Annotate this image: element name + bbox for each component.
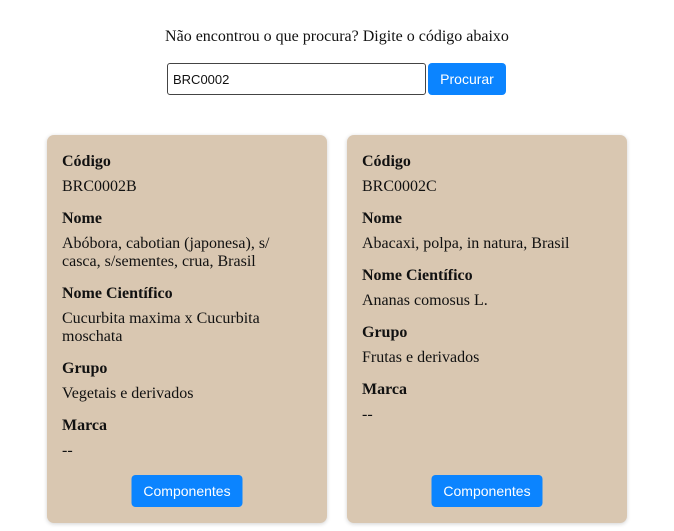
group-field: Grupo Vegetais e derivados [62,360,312,403]
brand-label: Marca [362,381,408,398]
code-label: Código [62,153,111,170]
food-card: Código BRC0002B Nome Abóbora, cabotian (… [47,135,327,523]
name-label: Nome [362,210,402,227]
brand-field: Marca -- [62,417,312,460]
name-value: Abóbora, cabotian (japonesa), s/ casca, … [62,235,270,270]
group-value: Vegetais e derivados [62,385,194,402]
search-prompt: Não encontrou o que procura? Digite o có… [165,28,509,45]
brand-label: Marca [62,417,108,434]
scientific-name-field: Nome Científico Cucurbita maxima x Cucur… [62,285,312,346]
food-card: Código BRC0002C Nome Abacaxi, polpa, in … [347,135,627,523]
components-button[interactable]: Componentes [431,475,543,507]
name-label: Nome [62,210,102,227]
group-label: Grupo [62,360,108,377]
brand-value: -- [362,406,373,423]
brand-value: -- [62,442,73,459]
name-value: Abacaxi, polpa, in natura, Brasil [362,235,570,252]
code-value: BRC0002C [362,178,437,195]
search-button[interactable]: Procurar [428,63,506,95]
scientific-name-label: Nome Científico [62,285,173,302]
name-field: Nome Abacaxi, polpa, in natura, Brasil [362,210,612,253]
code-field: Código BRC0002B [62,153,312,196]
code-search-input[interactable] [167,63,426,95]
scientific-name-field: Nome Científico Ananas comosus L. [362,267,612,310]
search-bar: Procurar [167,63,506,95]
group-value: Frutas e derivados [362,349,480,366]
name-field: Nome Abóbora, cabotian (japonesa), s/ ca… [62,210,312,271]
code-field: Código BRC0002C [362,153,612,196]
scientific-name-value: Cucurbita maxima x Cucurbita moschata [62,310,260,345]
group-label: Grupo [362,324,408,341]
code-value: BRC0002B [62,178,137,195]
scientific-name-value: Ananas comosus L. [362,292,488,309]
group-field: Grupo Frutas e derivados [362,324,612,367]
scientific-name-label: Nome Científico [362,267,473,284]
components-button[interactable]: Componentes [131,475,243,507]
brand-field: Marca -- [362,381,612,424]
code-label: Código [362,153,411,170]
